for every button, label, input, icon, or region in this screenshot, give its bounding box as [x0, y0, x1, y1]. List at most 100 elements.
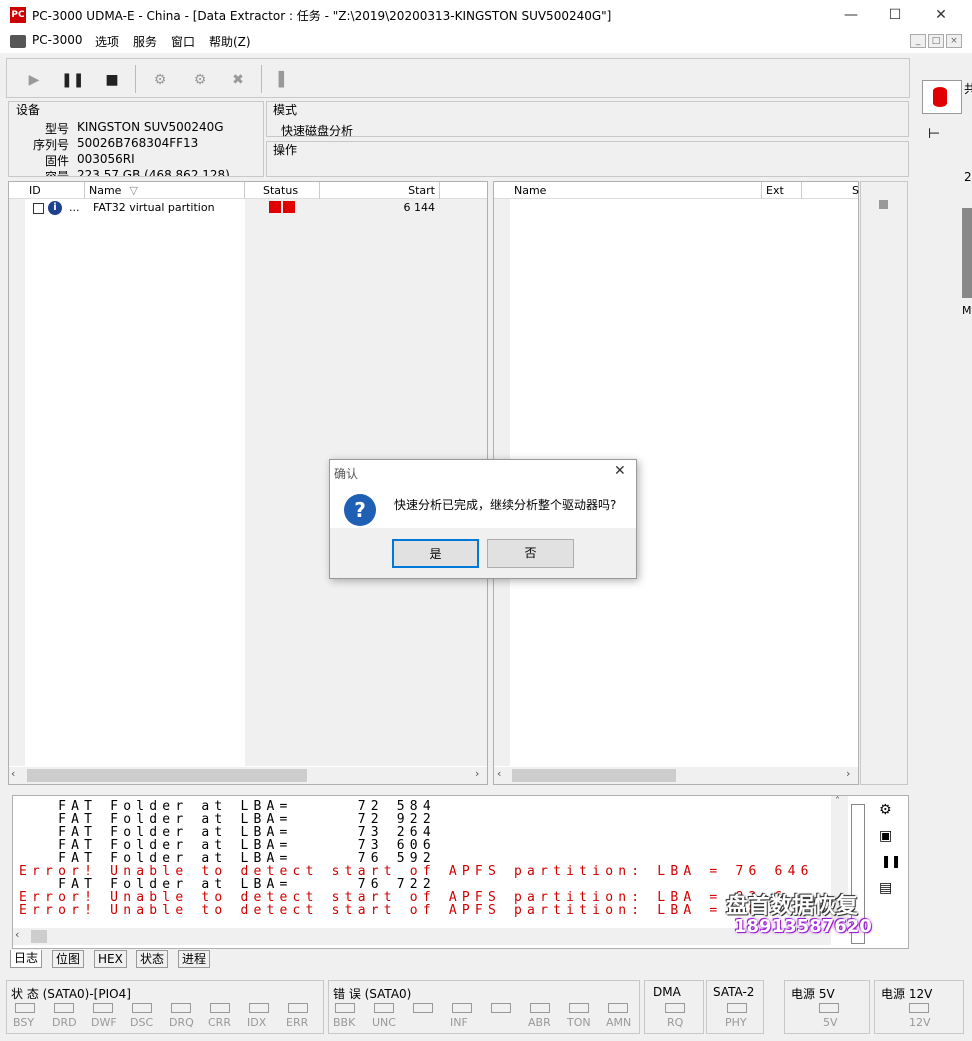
- scroll-thumb[interactable]: [27, 769, 307, 782]
- col-ext-header[interactable]: Ext: [762, 182, 802, 199]
- connector-icon[interactable]: ⊢: [928, 126, 940, 142]
- scroll-thumb[interactable]: [31, 930, 47, 943]
- tools-icon[interactable]: ✖: [227, 69, 249, 91]
- led-label: 5V: [823, 1016, 838, 1029]
- led: [608, 1003, 628, 1013]
- led-label: BBK: [333, 1016, 356, 1029]
- error-leds: BBK UNC INF ABR TON AMN: [329, 1003, 641, 1033]
- app-menu-icon[interactable]: [10, 35, 26, 48]
- close-button[interactable]: ✕: [918, 0, 964, 31]
- save-icon[interactable]: ▣: [879, 828, 892, 844]
- tab-log[interactable]: 日志: [10, 950, 43, 968]
- status-group-error: 错 误 (SATA0) BBK UNC INF ABR TON AMN: [328, 980, 640, 1034]
- minimize-button[interactable]: —: [828, 0, 874, 31]
- scroll-up-icon[interactable]: ˄: [835, 796, 840, 807]
- exit-icon[interactable]: ▌: [273, 69, 295, 91]
- led-label: DSC: [130, 1016, 154, 1029]
- play-icon[interactable]: ▶: [23, 69, 45, 91]
- log-export-icon[interactable]: ⚙: [879, 802, 892, 818]
- tab-hex[interactable]: HEX: [94, 950, 127, 968]
- toolbar: ▶ ❚❚ ■ ⚙ ⚙ ✖ ▌: [6, 58, 910, 98]
- mdi-minimize-button[interactable]: _: [910, 34, 926, 48]
- status-block: [269, 201, 281, 213]
- model-label: 型号: [45, 122, 70, 136]
- yes-button[interactable]: 是: [392, 539, 479, 568]
- log-pause-icon[interactable]: ❚❚: [881, 854, 901, 868]
- horizontal-scrollbar[interactable]: ‹ ›: [9, 767, 487, 784]
- sata-label: SATA-2: [713, 985, 755, 999]
- mdi-restore-button[interactable]: □: [928, 34, 944, 48]
- app-icon: PC: [10, 7, 26, 23]
- led: [54, 1003, 74, 1013]
- led: [171, 1003, 191, 1013]
- led-label: BSY: [13, 1016, 35, 1029]
- horizontal-scrollbar[interactable]: ‹ ›: [494, 767, 858, 784]
- col-filename-header[interactable]: Name: [510, 182, 762, 199]
- row-id: ...: [69, 201, 80, 214]
- error-label: 错 误 (SATA0): [333, 987, 412, 1001]
- menu-bar: PC-3000 选项 服务 窗口 帮助(Z): [0, 31, 972, 53]
- side-text-2: 24: [964, 170, 972, 184]
- tab-process[interactable]: 进程: [178, 950, 211, 968]
- scroll-thumb[interactable]: [512, 769, 676, 782]
- title-bar: PC PC-3000 UDMA-E - China - [Data Extrac…: [0, 0, 972, 31]
- scroll-left-icon[interactable]: ‹: [497, 767, 501, 780]
- mdi-close-button[interactable]: ×: [946, 34, 962, 48]
- maximize-button[interactable]: ☐: [872, 0, 918, 31]
- toolbar-separator: [261, 65, 262, 93]
- dialog-message: 快速分析已完成，继续分析整个驱动器吗?: [394, 498, 617, 512]
- firmware-label: 固件: [45, 154, 70, 168]
- col-id-header[interactable]: ID: [25, 182, 85, 199]
- led-label: TON: [567, 1016, 591, 1029]
- table-row[interactable]: i ... FAT32 virtual partition 6 144: [25, 199, 487, 217]
- operation-group: 操作: [266, 141, 909, 177]
- log-horizontal-scrollbar[interactable]: ‹: [13, 928, 831, 945]
- log-copy-icon[interactable]: ▤: [879, 880, 892, 896]
- led: [413, 1003, 433, 1013]
- menu-help[interactable]: 帮助(Z): [209, 33, 251, 50]
- led: [15, 1003, 35, 1013]
- tab-bitmap[interactable]: 位图: [52, 950, 85, 968]
- sort-arrow-icon: ▽: [129, 184, 138, 197]
- led-label: DRQ: [169, 1016, 194, 1029]
- scroll-left-icon[interactable]: ‹: [15, 928, 19, 941]
- serial-label: 序列号: [33, 138, 70, 152]
- col-name-header[interactable]: Name ▽: [85, 182, 245, 199]
- row-checkbox[interactable]: [33, 203, 44, 214]
- menu-options[interactable]: 选项: [95, 33, 119, 50]
- side-db-button[interactable]: [922, 80, 962, 114]
- menu-window[interactable]: 窗口: [171, 33, 195, 50]
- scroll-left-icon[interactable]: ‹: [11, 767, 15, 780]
- col-name-label: Name: [89, 184, 122, 197]
- row-gutter: [9, 199, 25, 766]
- no-button[interactable]: 否: [487, 539, 574, 568]
- led-label: DRD: [52, 1016, 77, 1029]
- col-start-header[interactable]: Start: [320, 182, 440, 199]
- dialog-close-icon[interactable]: ✕: [614, 463, 626, 479]
- col-status-header[interactable]: Status: [245, 182, 320, 199]
- stop-icon[interactable]: ■: [101, 69, 123, 91]
- settings-gear-icon[interactable]: ⚙: [189, 69, 211, 91]
- row-name: FAT32 virtual partition: [93, 201, 215, 214]
- col-size-header[interactable]: S: [802, 182, 859, 199]
- p5-label: 电源 5V: [791, 987, 835, 1001]
- led: [530, 1003, 550, 1013]
- firmware-value: 003056RI: [77, 152, 135, 166]
- pause-icon[interactable]: ❚❚: [61, 69, 84, 91]
- refresh-gear-icon[interactable]: ⚙: [149, 69, 171, 91]
- led: [491, 1003, 511, 1013]
- capacity-value: 223.57 GB (468 862 128): [77, 168, 230, 177]
- dma-label: DMA: [653, 985, 681, 999]
- dialog-body: ? 快速分析已完成，继续分析整个驱动器吗?: [330, 484, 636, 528]
- confirm-dialog: 确认 ✕ ? 快速分析已完成，继续分析整个驱动器吗? 是 否: [329, 459, 637, 579]
- side-indicator: [879, 200, 888, 209]
- toolbar-separator: [135, 65, 136, 93]
- scroll-right-icon[interactable]: ›: [475, 767, 479, 780]
- scroll-right-icon[interactable]: ›: [846, 767, 850, 780]
- led-label: DWF: [91, 1016, 117, 1029]
- menu-pc3000[interactable]: PC-3000: [32, 33, 82, 47]
- side-text-1: 共: [964, 82, 972, 96]
- menu-service[interactable]: 服务: [133, 33, 157, 50]
- side-panel: [860, 181, 908, 785]
- tab-status[interactable]: 状态: [136, 950, 169, 968]
